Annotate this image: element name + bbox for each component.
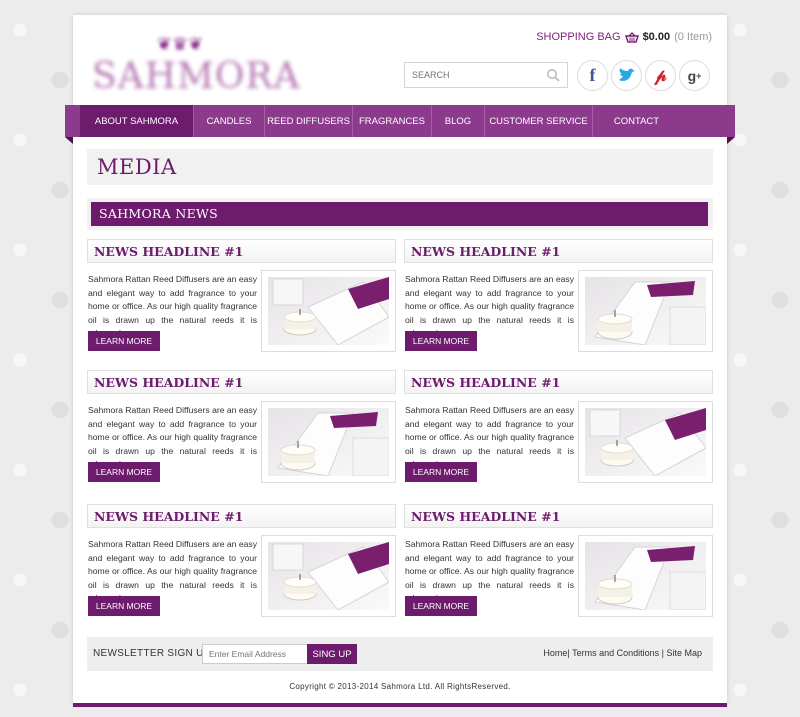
- footer-link-terms[interactable]: Terms and Conditions: [572, 648, 659, 658]
- logo-text: SAHMORA: [92, 56, 301, 97]
- news-thumbnail[interactable]: [261, 270, 396, 352]
- learn-more-button[interactable]: LEARN MORE: [88, 462, 160, 482]
- news-card-header: NEWS HEADLINE #1: [404, 504, 713, 528]
- product-image: [268, 542, 389, 610]
- learn-more-button[interactable]: LEARN MORE: [88, 596, 160, 616]
- news-card-header: NEWS HEADLINE #1: [87, 370, 396, 394]
- search-box: [404, 62, 568, 88]
- news-thumbnail[interactable]: [261, 535, 396, 617]
- news-card-header: NEWS HEADLINE #1: [87, 504, 396, 528]
- learn-more-button[interactable]: LEARN MORE: [405, 596, 477, 616]
- footer-links: Home| Terms and Conditions | Site Map: [543, 648, 702, 658]
- news-thumbnail[interactable]: [578, 535, 713, 617]
- page-title: MEDIA: [97, 155, 177, 179]
- footer-link-sitemap[interactable]: Site Map: [666, 648, 702, 658]
- learn-more-button[interactable]: LEARN MORE: [405, 462, 477, 482]
- news-card-header: NEWS HEADLINE #1: [87, 239, 396, 263]
- news-thumbnail[interactable]: [261, 401, 396, 483]
- section-header: SAHMORA NEWS: [87, 198, 713, 230]
- learn-more-button[interactable]: LEARN MORE: [88, 331, 160, 351]
- facebook-icon[interactable]: f: [577, 60, 608, 91]
- news-headline[interactable]: NEWS HEADLINE #1: [94, 509, 243, 524]
- googleplus-icon[interactable]: g +: [679, 60, 710, 91]
- product-image: [585, 408, 706, 476]
- nav-item-about[interactable]: ABOUT SAHMORA: [80, 105, 194, 137]
- news-card-header: NEWS HEADLINE #1: [404, 239, 713, 263]
- bag-amount: $0.00: [642, 31, 671, 43]
- bottom-accent-bar: [73, 703, 727, 707]
- nav-item-blog[interactable]: BLOG: [432, 105, 485, 137]
- product-image: [585, 277, 706, 345]
- shopping-bag[interactable]: SHOPPING BAG $0.00 (0 Item): [536, 30, 712, 44]
- search-input[interactable]: [405, 64, 543, 86]
- product-image: [585, 542, 706, 610]
- search-icon[interactable]: [546, 68, 560, 82]
- footer-link-home[interactable]: Home: [543, 648, 567, 658]
- main-nav: ABOUT SAHMORA CANDLES REED DIFFUSERS FRA…: [65, 105, 735, 137]
- site-logo[interactable]: ❦♛❦ SAHMORA: [92, 34, 301, 97]
- news-thumbnail[interactable]: [578, 270, 713, 352]
- twitter-icon[interactable]: [611, 60, 642, 91]
- news-headline[interactable]: NEWS HEADLINE #1: [411, 509, 560, 524]
- nav-item-customer-service[interactable]: CUSTOMER SERVICE: [485, 105, 593, 137]
- pinterest-icon[interactable]: 𝓅: [645, 60, 676, 91]
- learn-more-button[interactable]: LEARN MORE: [405, 331, 477, 351]
- newsletter-label: NEWSLETTER SIGN UP: [93, 648, 211, 659]
- news-card-header: NEWS HEADLINE #1: [404, 370, 713, 394]
- nav-item-contact[interactable]: CONTACT: [593, 105, 680, 137]
- page-title-box: MEDIA: [87, 149, 713, 185]
- news-thumbnail[interactable]: [578, 401, 713, 483]
- basket-icon: [624, 31, 639, 43]
- news-headline[interactable]: NEWS HEADLINE #1: [411, 244, 560, 259]
- copyright-text: Copyright © 2013-2014 Sahmora Ltd. All R…: [289, 682, 511, 691]
- news-headline[interactable]: NEWS HEADLINE #1: [94, 244, 243, 259]
- product-image: [268, 277, 389, 345]
- shopping-bag-label: SHOPPING BAG: [536, 31, 621, 43]
- product-image: [268, 408, 389, 476]
- newsletter-signup-button[interactable]: SING UP: [307, 644, 357, 664]
- news-headline[interactable]: NEWS HEADLINE #1: [411, 375, 560, 390]
- bag-item-count: (0 Item): [674, 31, 712, 43]
- nav-item-reed-diffusers[interactable]: REED DIFFUSERS: [265, 105, 353, 137]
- nav-item-candles[interactable]: CANDLES: [194, 105, 265, 137]
- section-title: SAHMORA NEWS: [91, 202, 708, 226]
- footer-bar: NEWSLETTER SIGN UP SING UP Home| Terms a…: [87, 637, 713, 671]
- nav-ribbon-fold-left: [65, 137, 73, 144]
- logo-crown-icon: ❦♛❦: [156, 34, 204, 55]
- newsletter-email-input[interactable]: [202, 644, 308, 664]
- nav-ribbon-fold-right: [727, 137, 735, 144]
- nav-item-fragrances[interactable]: FRAGRANCES: [353, 105, 432, 137]
- news-headline[interactable]: NEWS HEADLINE #1: [94, 375, 243, 390]
